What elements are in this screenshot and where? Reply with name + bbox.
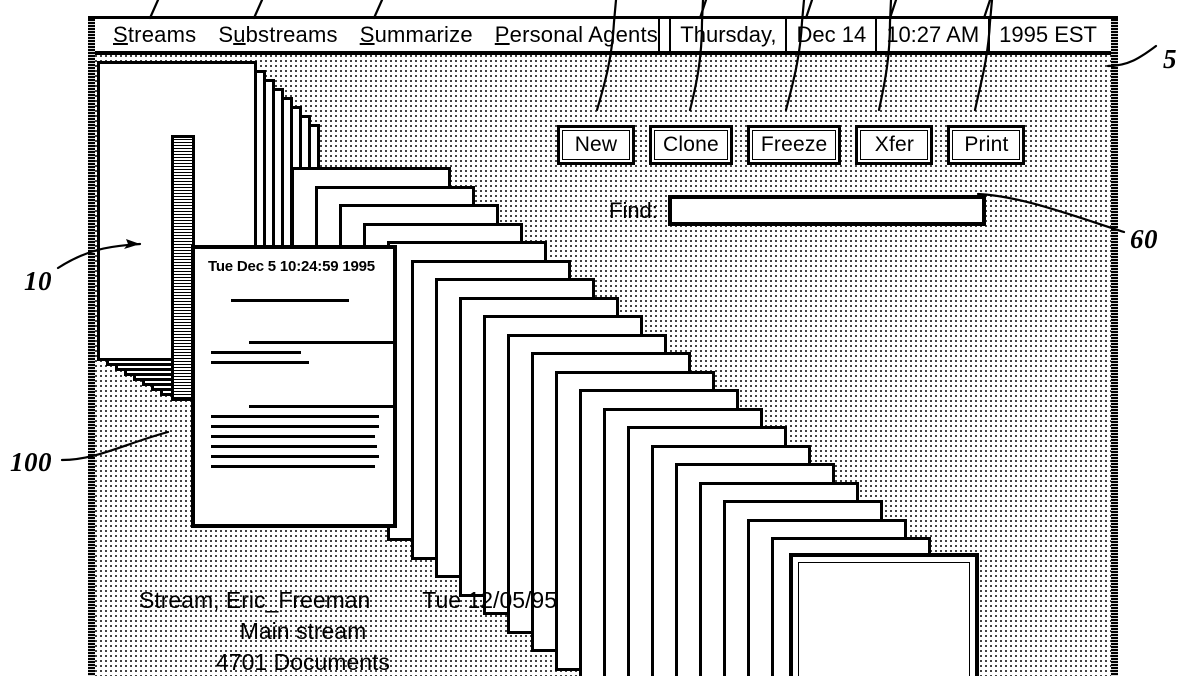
xfer-button-label: Xfer	[860, 130, 929, 160]
menu-items: Streams Substreams Summarize Personal Ag…	[95, 19, 660, 51]
document-text-line	[211, 351, 301, 354]
clock-date: Dec 14	[787, 19, 878, 51]
menu-item-personal-agents[interactable]: Personal Agents	[495, 22, 658, 48]
document-text-line	[211, 415, 379, 418]
focus-document-timestamp: Tue Dec 5 10:24:59 1995	[208, 258, 375, 275]
clone-button-label: Clone	[654, 130, 728, 160]
freeze-button-label: Freeze	[751, 130, 837, 160]
menu-item-summarize[interactable]: Summarize	[360, 22, 473, 48]
patent-figure: 5 60 10 100 Streams Substreams Summarize…	[0, 0, 1200, 676]
find-row: Find:	[609, 195, 986, 226]
find-label: Find:	[609, 197, 658, 223]
document-text-line	[231, 299, 349, 302]
menu-bar-clock: Thursday, Dec 14 10:27 AM 1995 EST	[671, 19, 1111, 51]
document-text-line	[211, 455, 379, 458]
menu-item-streams[interactable]: Streams	[113, 22, 196, 48]
print-button[interactable]: Print	[947, 125, 1026, 165]
document-text-line	[249, 405, 397, 408]
document-text-line	[249, 341, 397, 344]
foreground-document-inner	[798, 562, 970, 676]
clone-button[interactable]: Clone	[649, 125, 733, 165]
toolbar: New Clone Freeze Xfer Print	[557, 125, 1026, 165]
clock-weekday: Thursday,	[671, 19, 788, 51]
application-window: Streams Substreams Summarize Personal Ag…	[88, 16, 1118, 676]
clock-time: 10:27 AM	[877, 19, 991, 51]
menu-item-substreams[interactable]: Substreams	[218, 22, 337, 48]
xfer-button[interactable]: Xfer	[855, 125, 934, 165]
clock-year-zone: 1995 EST	[999, 22, 1097, 47]
window-frame-right-texture	[1111, 19, 1118, 676]
reference-numeral-100: 100	[10, 447, 52, 477]
find-input[interactable]	[667, 195, 986, 226]
document-text-line	[211, 445, 377, 448]
reference-numeral-60: 60	[1130, 224, 1158, 254]
document-text-line	[211, 361, 309, 364]
new-button[interactable]: New	[557, 125, 635, 165]
reference-numeral-5: 5	[1163, 44, 1177, 74]
document-text-line	[211, 435, 375, 438]
document-text-line	[211, 425, 379, 428]
window-frame-left-texture	[88, 19, 95, 676]
focus-document-text-body	[195, 285, 397, 524]
desktop-surface: Tue Dec 5 10:24:59 1995 Stream, Eric_Fre…	[95, 55, 1111, 676]
print-button-label: Print	[952, 130, 1021, 160]
new-button-label: New	[562, 130, 630, 160]
menu-bar-spacer	[660, 19, 672, 51]
document-text-line	[211, 465, 375, 468]
freeze-button[interactable]: Freeze	[746, 125, 842, 165]
focus-document-card[interactable]: Tue Dec 5 10:24:59 1995	[191, 245, 397, 528]
reference-numeral-10: 10	[24, 266, 52, 296]
menu-bar: Streams Substreams Summarize Personal Ag…	[95, 19, 1111, 55]
foreground-document-card[interactable]	[789, 553, 979, 676]
